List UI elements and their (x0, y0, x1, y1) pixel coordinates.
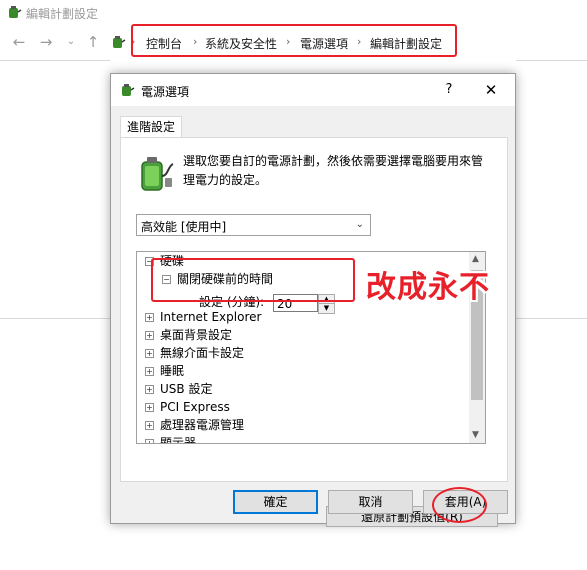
hard-disk-setting-highlight-box (151, 258, 355, 302)
expand-icon[interactable]: + (145, 421, 154, 430)
back-arrow-icon[interactable]: ← (11, 34, 27, 50)
window-title: 編輯計劃設定 (26, 7, 99, 21)
dialog-title: 電源選項 (141, 85, 190, 99)
power-plan-value: 高效能 [使用中] (141, 220, 227, 234)
expand-icon[interactable]: + (145, 367, 154, 376)
tree-item[interactable]: + 處理器電源管理 (145, 416, 244, 434)
expand-icon[interactable]: + (145, 331, 154, 340)
breadcrumb-highlight-box (131, 24, 457, 57)
annotation-text: 改成永不 (366, 270, 490, 305)
expand-icon[interactable]: + (145, 313, 154, 322)
tree-item[interactable]: + 桌面背景設定 (145, 326, 232, 344)
tree-item-label: 顯示器 (160, 436, 197, 444)
tree-item-label: 無線介面卡設定 (160, 346, 245, 360)
tree-item[interactable]: + USB 設定 (145, 380, 212, 398)
tree-item[interactable]: + PCI Express (145, 398, 230, 416)
expand-icon[interactable]: + (145, 385, 154, 394)
tree-item-label: PCI Express (160, 400, 230, 414)
help-button[interactable]: ? (439, 80, 459, 100)
window-title-bar: 編輯計劃設定 (0, 0, 587, 26)
power-options-icon (122, 84, 135, 96)
expand-icon[interactable]: + (145, 349, 154, 358)
divider (0, 318, 110, 319)
divider (516, 318, 587, 319)
dialog-title-bar: 電源選項 ? ✕ (111, 74, 515, 106)
tree-item[interactable]: + 顯示器 (145, 434, 197, 444)
divider (0, 60, 110, 61)
scroll-down-icon[interactable]: ▼ (472, 430, 479, 440)
tree-item-label: 桌面背景設定 (160, 328, 233, 342)
advanced-settings-panel: 選取您要自訂的電源計劃，然後依需要選擇電腦要用來管理電力的設定。 高效能 [使用… (120, 137, 508, 527)
tree-item-label: Internet Explorer (160, 310, 262, 324)
green-battery-plug-icon (141, 157, 174, 191)
tab-advanced-settings[interactable]: 進階設定 (120, 116, 182, 138)
tree-item[interactable]: + Internet Explorer (145, 308, 261, 326)
tree-item[interactable]: + 睡眠 (145, 362, 184, 380)
chevron-down-icon: ⌄ (355, 219, 364, 230)
divider (516, 60, 587, 61)
spin-down-icon[interactable]: ▼ (318, 303, 335, 314)
power-options-icon (113, 36, 126, 48)
apply-button-highlight-circle (432, 487, 487, 523)
power-plan-select[interactable]: 高效能 [使用中] ⌄ (136, 214, 371, 236)
forward-arrow-icon[interactable]: → (38, 34, 54, 50)
ok-button[interactable]: 確定 (233, 490, 318, 514)
expand-icon[interactable]: + (145, 403, 154, 412)
close-button[interactable]: ✕ (479, 79, 503, 101)
tree-item-label: 處理器電源管理 (160, 418, 245, 432)
up-arrow-icon[interactable]: ↑ (85, 34, 101, 50)
cancel-button[interactable]: 取消 (328, 490, 413, 514)
expand-icon[interactable]: + (145, 439, 154, 443)
panel-description: 選取您要自訂的電源計劃，然後依需要選擇電腦要用來管理電力的設定。 (183, 154, 484, 187)
tree-item[interactable]: + 無線介面卡設定 (145, 344, 244, 362)
tree-item-label: 睡眠 (160, 364, 185, 378)
recent-locations-chevron-icon[interactable]: ⌄ (63, 34, 79, 50)
power-options-icon (9, 6, 22, 18)
tree-item-label: USB 設定 (160, 382, 213, 396)
